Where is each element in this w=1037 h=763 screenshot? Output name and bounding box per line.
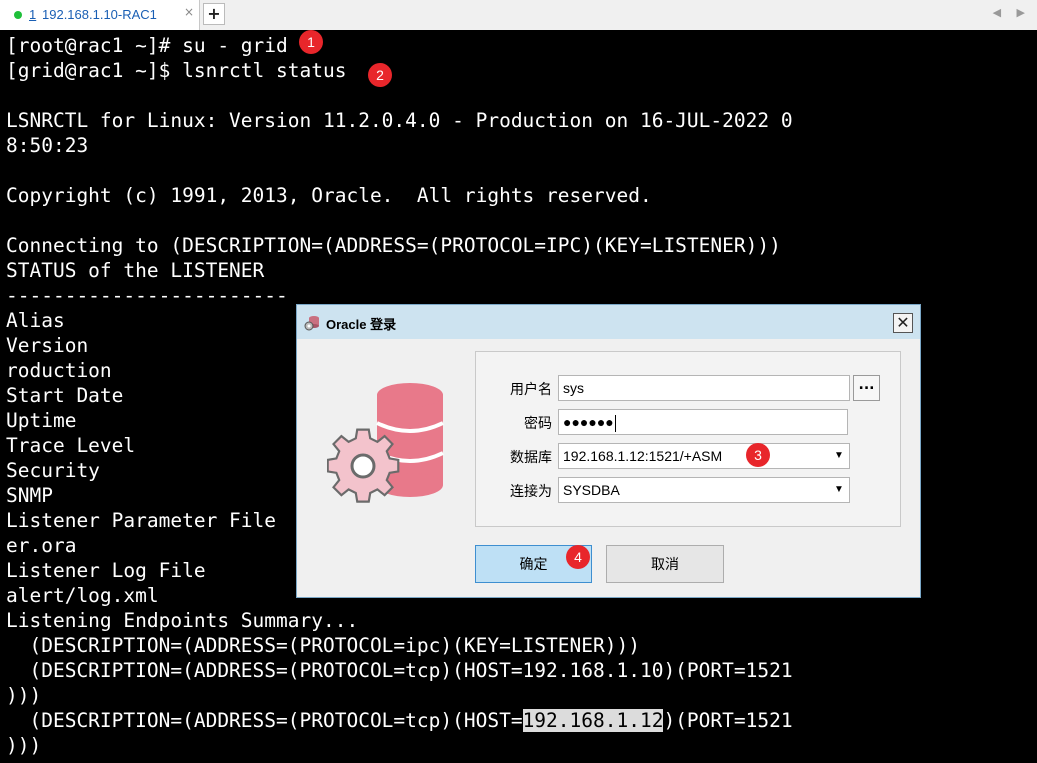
terminal-line-highlighted: (DESCRIPTION=(ADDRESS=(PROTOCOL=tcp)(HOS… <box>6 708 793 733</box>
terminal-line: 8:50:23 <box>6 134 89 157</box>
terminal-line: ------------------------ <box>6 284 288 307</box>
database-label: 数据库 <box>510 449 552 465</box>
terminal-line: STATUS of the LISTENER <box>6 259 265 282</box>
tab-title: 192.168.1.10-RAC1 <box>42 7 157 22</box>
oracle-database-logo-icon <box>327 383 444 503</box>
terminal-line: Listener Log File <box>6 559 206 582</box>
connected-status-icon <box>14 11 22 19</box>
password-label: 密码 <box>524 415 552 431</box>
connect-as-value: SYSDBA <box>563 482 620 498</box>
connect-as-select[interactable]: SYSDBA ▼ <box>558 477 850 503</box>
selected-host-text: 192.168.1.12 <box>522 709 664 732</box>
tab-number: 1 <box>29 7 37 22</box>
terminal-line: Alias <box>6 309 65 332</box>
chevron-down-icon[interactable]: ▼ <box>829 444 849 468</box>
cancel-button[interactable]: 取消 <box>606 545 724 583</box>
dialog-title-bar[interactable]: Oracle 登录 ✕ <box>297 305 920 339</box>
chevron-down-icon[interactable]: ▼ <box>829 478 849 502</box>
terminal-line: ))) <box>6 734 42 757</box>
dialog-body: 用户名 sys ... 密码 ●●●●●● 数据库 192.168.1.12:1… <box>297 339 920 597</box>
terminal-line: Connecting to (DESCRIPTION=(ADDRESS=(PRO… <box>6 234 781 257</box>
terminal-line: Uptime <box>6 409 77 432</box>
terminal-line: Trace Level <box>6 434 136 457</box>
terminal-line: ))) <box>6 684 42 707</box>
terminal-line: (DESCRIPTION=(ADDRESS=(PROTOCOL=ipc)(KEY… <box>6 634 640 657</box>
terminal-line: (DESCRIPTION=(ADDRESS=(PROTOCOL=tcp)(HOS… <box>6 659 793 682</box>
password-field[interactable]: ●●●●●● <box>558 409 848 435</box>
new-tab-button[interactable]: + <box>203 3 225 25</box>
username-field[interactable]: sys <box>558 375 850 401</box>
database-value: 192.168.1.12:1521/+ASM <box>563 448 723 464</box>
session-tab[interactable]: 1 192.168.1.10-RAC1 × <box>0 0 200 30</box>
terminal-line: [grid@rac1 ~]$ lsnrctl status <box>6 59 347 82</box>
terminal-line: roduction <box>6 359 112 382</box>
terminal-line: [root@rac1 ~]# su - grid <box>6 34 288 57</box>
step-badge-2: 2 <box>368 63 392 87</box>
dialog-close-button[interactable]: ✕ <box>893 313 913 333</box>
browse-users-button[interactable]: ... <box>853 375 880 401</box>
terminal-line: LSNRCTL for Linux: Version 11.2.0.4.0 - … <box>6 109 793 132</box>
terminal-line: Start Date <box>6 384 124 407</box>
terminal-line: Copyright (c) 1991, 2013, Oracle. All ri… <box>6 184 652 207</box>
terminal-line: er.ora <box>6 534 77 557</box>
database-gear-icon <box>304 316 319 331</box>
terminal-line: Listener Parameter File <box>6 509 277 532</box>
connect-as-label: 连接为 <box>510 483 552 499</box>
database-select[interactable]: 192.168.1.12:1521/+ASM ▼ <box>558 443 850 469</box>
terminal-line: Version <box>6 334 89 357</box>
terminal-line: Listening Endpoints Summary... <box>6 609 359 632</box>
terminal-text: )(PORT=1521 <box>663 709 793 732</box>
login-fields-group: 用户名 sys ... 密码 ●●●●●● 数据库 192.168.1.12:1… <box>475 351 901 527</box>
username-label: 用户名 <box>510 381 552 397</box>
oracle-login-dialog: Oracle 登录 ✕ 用户名 sys ... 密码 ●●●●●● 数据库 19… <box>296 304 921 598</box>
tab-bar: 1 192.168.1.10-RAC1 × + ◀ ▶ <box>0 0 1037 31</box>
tab-scroll-arrows-icon[interactable]: ◀ ▶ <box>993 6 1031 19</box>
step-badge-4: 4 <box>566 545 590 569</box>
password-mask: ●●●●●● <box>563 414 614 430</box>
step-badge-3: 3 <box>746 443 770 467</box>
step-badge-1: 1 <box>299 30 323 54</box>
tab-close-icon[interactable]: × <box>184 5 194 19</box>
dialog-title: Oracle 登录 <box>326 317 397 332</box>
terminal-text: (DESCRIPTION=(ADDRESS=(PROTOCOL=tcp)(HOS… <box>6 709 523 732</box>
terminal-line: SNMP <box>6 484 53 507</box>
text-cursor <box>614 414 616 432</box>
terminal-line: alert/log.xml <box>6 584 159 607</box>
terminal-line: Security <box>6 459 100 482</box>
